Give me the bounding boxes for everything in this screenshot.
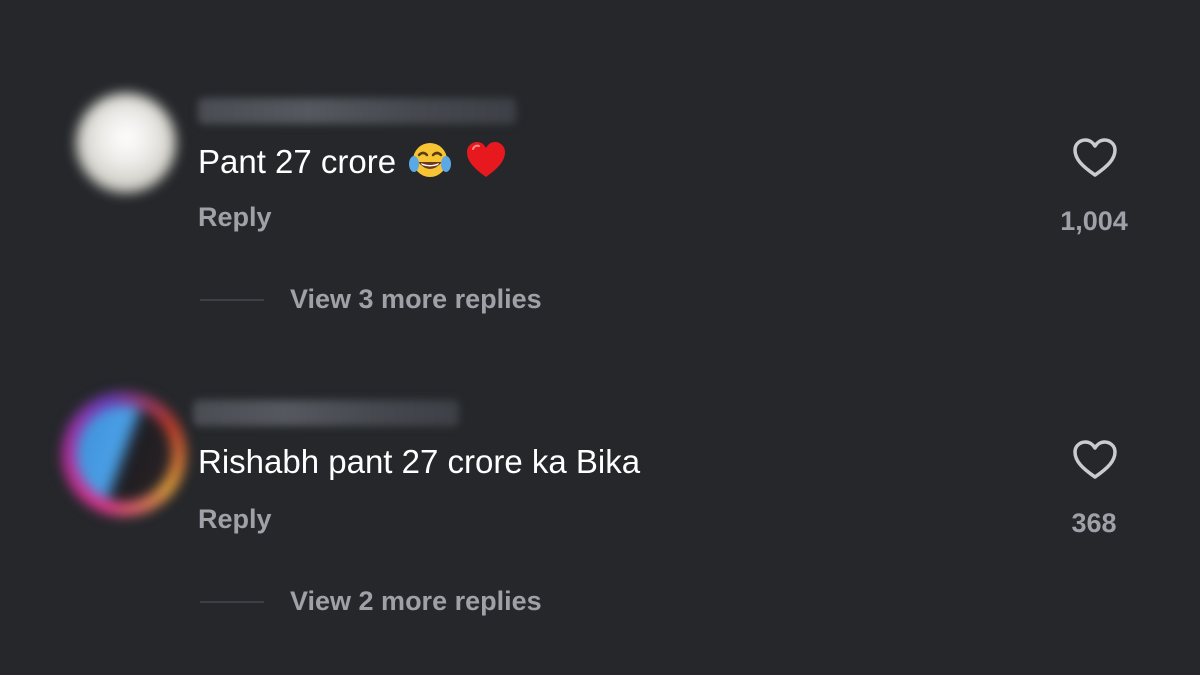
heart-icon[interactable] — [1072, 439, 1118, 481]
view-more-replies-button[interactable]: View 2 more replies — [290, 586, 542, 617]
username-blurred[interactable] — [193, 400, 459, 426]
replies-divider — [200, 601, 264, 603]
comment-text-content: Rishabh pant 27 crore ka Bika — [198, 443, 641, 480]
avatar[interactable] — [62, 392, 186, 516]
avatar-image — [76, 406, 172, 502]
comment-text: Rishabh pant 27 crore ka Bika — [198, 442, 640, 482]
like-count: 368 — [1071, 508, 1117, 538]
comment-item: Rishabh pant 27 crore ka Bika Reply 368 … — [0, 0, 1200, 616]
reply-button[interactable]: Reply — [198, 504, 272, 535]
